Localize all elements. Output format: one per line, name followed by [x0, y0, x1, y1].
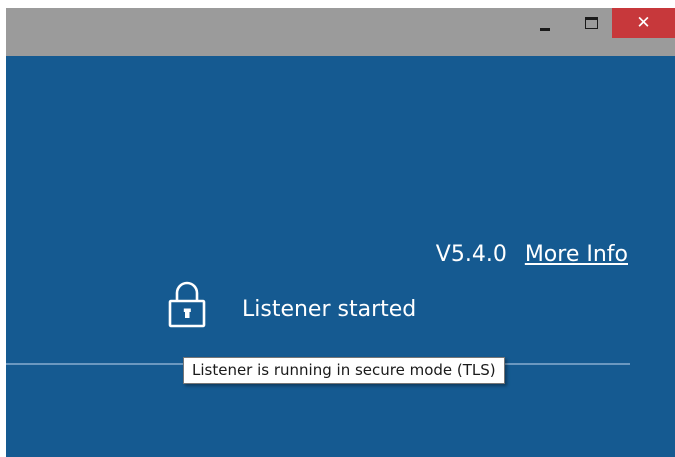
lock-icon — [168, 281, 206, 328]
maximize-icon — [584, 17, 598, 29]
title-bar[interactable]: ✕ — [6, 8, 675, 56]
main-panel: V5.4.0 More Info Listener started — [6, 56, 675, 457]
close-button[interactable]: ✕ — [612, 8, 675, 38]
close-icon: ✕ — [636, 12, 651, 33]
minimize-button[interactable] — [528, 8, 562, 38]
minimize-icon — [540, 27, 550, 31]
maximize-button[interactable] — [574, 8, 608, 38]
listener-status: Listener started — [168, 280, 416, 328]
status-text: Listener started — [242, 296, 417, 322]
tls-tooltip: Listener is running in secure mode (TLS) — [183, 357, 505, 384]
app-window: ✕ V5.4.0 More Info Listener started — [6, 8, 675, 457]
version-row: V5.4.0 More Info — [436, 242, 628, 267]
version-label: V5.4.0 — [435, 242, 507, 267]
more-info-link[interactable]: More Info — [525, 242, 628, 267]
